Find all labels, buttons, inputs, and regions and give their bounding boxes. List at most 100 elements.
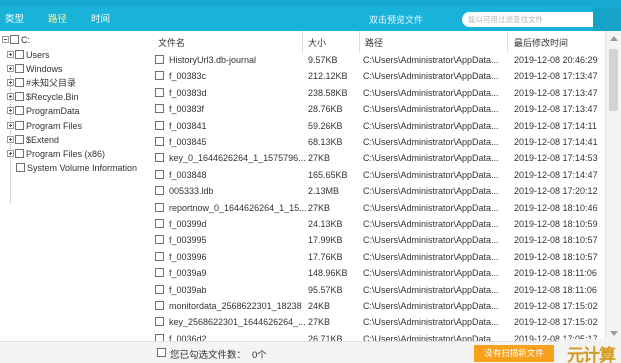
file-row[interactable]: f_00383c 212.12KB C:\Users\Administrator\A… (150, 67, 602, 84)
tree-item-recycle-bin[interactable]: $Recycle.Bin (7, 90, 79, 103)
file-row[interactable]: f_00383f 28.76KB C:\Users\Administrator\Ap… (150, 100, 602, 117)
expand-icon[interactable] (7, 107, 14, 114)
tree-item-program-files[interactable]: Program Files (7, 119, 82, 132)
tree-item-checkbox[interactable] (15, 121, 24, 130)
file-checkbox[interactable] (155, 71, 164, 81)
file-checkbox[interactable] (155, 55, 164, 64)
expand-icon[interactable] (7, 79, 14, 86)
file-path: C:\Users\Administrator\AppData... (363, 202, 499, 213)
double-click-preview-label: 双击预览文件 (369, 15, 424, 25)
file-row[interactable]: reportnow_0_1644626264_1_15... 27KB C:\Use… (150, 199, 602, 216)
file-row[interactable]: f_003841 59.26KB C:\Users\Administrator\Ap… (150, 117, 602, 134)
tree-item-unknown-parent[interactable]: #未知父目录 (7, 76, 76, 89)
file-checkbox[interactable] (155, 153, 164, 163)
file-checkbox[interactable] (155, 87, 164, 97)
tree-root[interactable]: C: (2, 33, 30, 46)
column-separator[interactable] (507, 31, 508, 53)
file-checkbox[interactable] (155, 284, 164, 294)
file-checkbox[interactable] (155, 186, 164, 196)
file-row[interactable]: f_0036d2 26.71KB C:\Users\Administrator\Ap… (150, 330, 602, 341)
tree-item-windows[interactable]: Windows (7, 62, 63, 75)
tree-item-checkbox[interactable] (15, 135, 24, 144)
tree-item-checkbox[interactable] (15, 78, 24, 87)
tree-item-label: Windows (26, 63, 63, 74)
file-checkbox[interactable] (155, 251, 164, 261)
tree-item-programdata[interactable]: ProgramData (7, 104, 80, 117)
scroll-up-icon[interactable] (610, 36, 618, 41)
file-modified: 2019-12-08 17:15:02 (514, 301, 598, 311)
file-path: C:\Users\Administrator\AppData... (363, 137, 499, 147)
scroll-down-icon[interactable] (610, 331, 618, 336)
tab-path[interactable]: 路径 (48, 14, 67, 26)
file-checkbox[interactable] (155, 120, 164, 130)
tab-time[interactable]: 时间 (91, 14, 110, 26)
file-checkbox[interactable] (155, 104, 164, 114)
file-checkbox[interactable] (155, 169, 164, 179)
file-row[interactable]: HistoryUrl3.db-journal 9.57KB C:\Users\Adm… (150, 51, 602, 68)
tree-item-checkbox[interactable] (16, 163, 25, 172)
file-checkbox[interactable] (155, 202, 164, 212)
file-path: C:\Users\Administrator\AppData... (363, 186, 499, 197)
search-input[interactable] (468, 12, 586, 27)
scrollbar-thumb[interactable] (609, 49, 618, 111)
file-row[interactable]: f_003995 17.99KB C:\Users\Administrator\Ap… (150, 231, 602, 248)
file-checkbox[interactable] (155, 268, 164, 278)
file-checkbox[interactable] (155, 219, 164, 228)
tree-item-checkbox[interactable] (15, 50, 24, 59)
file-row[interactable]: key_0_1644626264_1_1575796... 27KB C:\User… (150, 149, 602, 166)
expand-icon[interactable] (7, 122, 14, 129)
file-row[interactable]: f_003848 165.65KB C:\Users\Administrator\A… (150, 166, 602, 183)
tree-item-label: $Extend (26, 134, 60, 145)
scan-button[interactable]: 没有扫描新文件 (474, 345, 554, 362)
tree-item-checkbox[interactable] (15, 64, 24, 73)
file-row[interactable]: f_003845 68.13KB C:\Users\Administrator\Ap… (150, 133, 602, 150)
file-size: 2.13MB (308, 186, 340, 197)
column-separator[interactable] (302, 31, 303, 53)
tree-item-system-volume-information[interactable]: System Volume Information (16, 161, 137, 174)
file-modified: 2019-12-08 17:14:53 (514, 153, 598, 164)
file-checkbox[interactable] (155, 301, 164, 310)
column-header-size[interactable]: 大小 (308, 36, 326, 49)
status-bar: 您已勾选文件数： 0个 没有扫描新文件 (0, 341, 621, 363)
expand-icon[interactable] (7, 93, 14, 100)
watermark-logo: 元计算 (559, 339, 621, 363)
tree-item-program-files-x86[interactable]: Program Files (x86) (7, 147, 105, 160)
file-checkbox[interactable] (155, 333, 164, 341)
file-row[interactable]: f_003996 17.76KB C:\Users\Administrator\Ap… (150, 248, 602, 265)
search-box[interactable] (462, 12, 607, 27)
file-row[interactable]: f_0039ab 95.57KB C:\Users\Administrator\Ap… (150, 281, 602, 298)
file-name: f_00383f (169, 104, 205, 115)
collapse-icon[interactable] (2, 36, 9, 43)
tree-item-users[interactable]: Users (7, 48, 50, 61)
file-name: reportnow_0_1644626264_1_15... (169, 202, 307, 213)
tree-item-checkbox[interactable] (15, 92, 24, 101)
tree-root-checkbox[interactable] (10, 35, 19, 44)
file-row[interactable]: f_0039a9 148.96KB C:\Users\Administrator\A… (150, 264, 602, 281)
file-name: f_003841 (169, 120, 207, 131)
file-size: 27KB (308, 317, 331, 328)
column-separator[interactable] (359, 31, 360, 53)
select-all-checkbox[interactable] (157, 348, 166, 357)
tree-item-checkbox[interactable] (15, 106, 24, 115)
file-row[interactable]: monitordata_2568622301_18238 24KB C:\Users… (150, 297, 602, 314)
window-corner (593, 7, 621, 31)
expand-icon[interactable] (7, 65, 14, 72)
tab-type[interactable]: 类型 (5, 14, 24, 26)
vertical-scrollbar[interactable] (605, 31, 621, 341)
column-header-path[interactable]: 路径 (365, 36, 383, 49)
expand-icon[interactable] (7, 51, 14, 58)
file-row[interactable]: 005333.ldb 2.13MB C:\Users\Administrator\A… (150, 182, 602, 199)
tree-item-checkbox[interactable] (15, 149, 24, 158)
file-row[interactable]: f_00383d 238.58KB C:\Users\Administrator\A… (150, 84, 602, 101)
expand-icon[interactable] (7, 150, 14, 157)
file-checkbox[interactable] (155, 137, 164, 146)
expand-icon[interactable] (7, 136, 14, 143)
column-header-modified[interactable]: 最后修改时间 (514, 36, 568, 49)
column-header-name[interactable]: 文件名 (158, 36, 185, 49)
file-size: 17.99KB (308, 235, 343, 246)
file-checkbox[interactable] (155, 317, 164, 327)
tree-item-extend[interactable]: $Extend (7, 133, 59, 146)
file-checkbox[interactable] (155, 235, 164, 245)
file-row[interactable]: key_2568622301_1644626264_... 27KB C:\User… (150, 313, 602, 330)
file-row[interactable]: f_00399d 24.13KB C:\Users\Administrator\Ap… (150, 215, 602, 232)
